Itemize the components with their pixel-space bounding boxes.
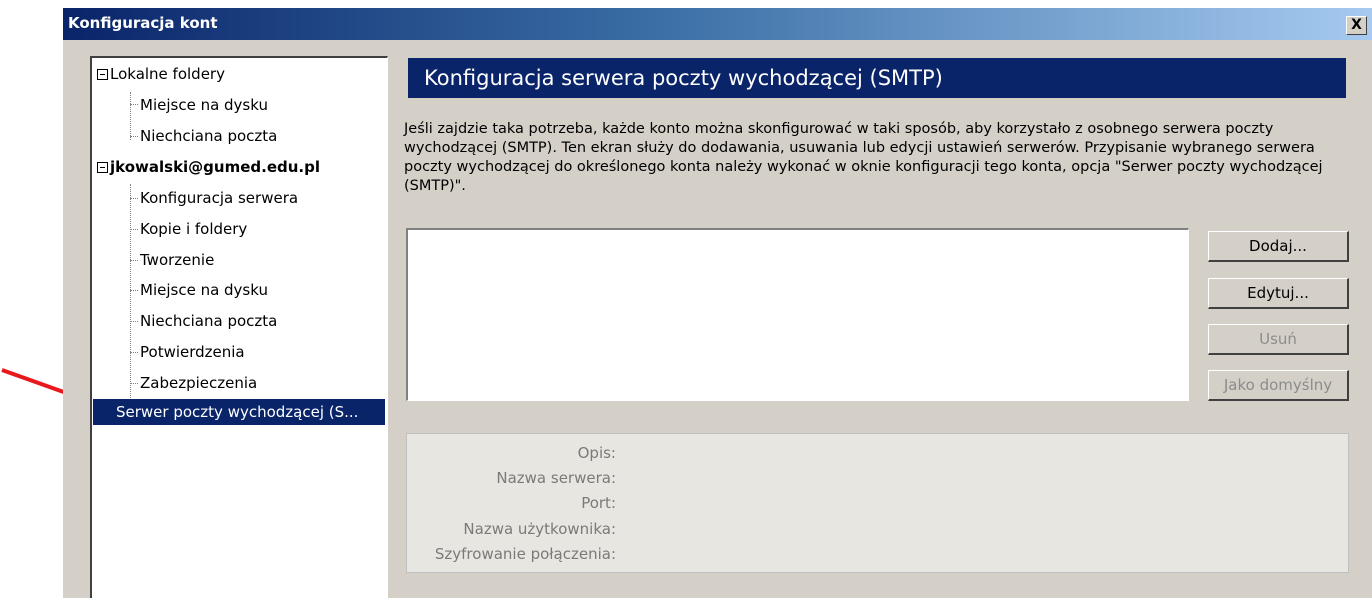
tree-item-disk-space[interactable]: Miejsce na dysku xyxy=(140,278,268,302)
tree-item-local-junk[interactable]: Niechciana poczta xyxy=(140,124,277,148)
tree-item-security[interactable]: Zabezpieczenia xyxy=(140,371,257,395)
panel-header: Konfiguracja serwera poczty wychodzącej … xyxy=(408,58,1346,98)
tree-item-account[interactable]: jkowalski@gumed.edu.pl xyxy=(97,155,320,179)
tree-item-label: Serwer poczty wychodzącej (S... xyxy=(116,403,359,421)
collapse-icon[interactable] xyxy=(97,162,108,173)
tree-item-label: Miejsce na dysku xyxy=(140,281,268,299)
tree-item-local-folders[interactable]: Lokalne foldery xyxy=(97,62,225,86)
collapse-icon[interactable] xyxy=(97,69,108,80)
panel-description: Jeśli zajdzie taka potrzeba, każde konto… xyxy=(404,121,1323,194)
server-details-panel: Opis: Nazwa serwera: Port: Nazwa użytkow… xyxy=(406,433,1349,573)
tree-item-outgoing-server[interactable]: Serwer poczty wychodzącej (S... xyxy=(93,399,385,425)
tree-item-label: Zabezpieczenia xyxy=(140,374,258,392)
add-button[interactable]: Dodaj... xyxy=(1208,231,1349,262)
tree-item-server-settings[interactable]: Konfiguracja serwera xyxy=(140,186,298,210)
server-name-label: Nazwa serwera: xyxy=(496,469,616,487)
tree-item-receipts[interactable]: Potwierdzenia xyxy=(140,340,245,364)
description-label: Opis: xyxy=(577,444,616,462)
window-title: Konfiguracja kont xyxy=(68,14,218,32)
title-bar: Konfiguracja kont X xyxy=(63,8,1372,40)
tree-item-label: Niechciana poczta xyxy=(140,127,278,145)
tree-item-label: Tworzenie xyxy=(140,251,215,269)
account-tree: Lokalne foldery Miejsce na dysku Niechci… xyxy=(90,56,388,598)
tree-item-copies-folders[interactable]: Kopie i foldery xyxy=(140,217,247,241)
tree-item-label: Potwierdzenia xyxy=(140,343,245,361)
tree-item-label: Niechciana poczta xyxy=(140,312,278,330)
edit-button[interactable]: Edytuj... xyxy=(1208,278,1349,309)
close-button[interactable]: X xyxy=(1346,16,1367,35)
port-label: Port: xyxy=(581,494,616,512)
encryption-label: Szyfrowanie połączenia: xyxy=(434,545,616,563)
tree-item-local-disk-space[interactable]: Miejsce na dysku xyxy=(140,93,268,117)
tree-item-composition[interactable]: Tworzenie xyxy=(140,248,214,272)
smtp-server-list[interactable] xyxy=(406,228,1189,401)
tree-item-label: Konfiguracja serwera xyxy=(140,189,299,207)
username-label: Nazwa użytkownika: xyxy=(463,520,616,538)
tree-item-label: Kopie i foldery xyxy=(140,220,248,238)
tree-item-junk[interactable]: Niechciana poczta xyxy=(140,309,277,333)
account-settings-window: Konfiguracja kont X Lokalne foldery Miej… xyxy=(63,8,1372,598)
set-default-button[interactable]: Jako domyślny xyxy=(1208,370,1349,401)
close-icon: X xyxy=(1351,17,1362,33)
tree-item-label: jkowalski@gumed.edu.pl xyxy=(110,158,321,176)
tree-item-label: Lokalne foldery xyxy=(110,65,225,83)
remove-button[interactable]: Usuń xyxy=(1208,324,1349,355)
tree-item-label: Miejsce na dysku xyxy=(140,96,268,114)
